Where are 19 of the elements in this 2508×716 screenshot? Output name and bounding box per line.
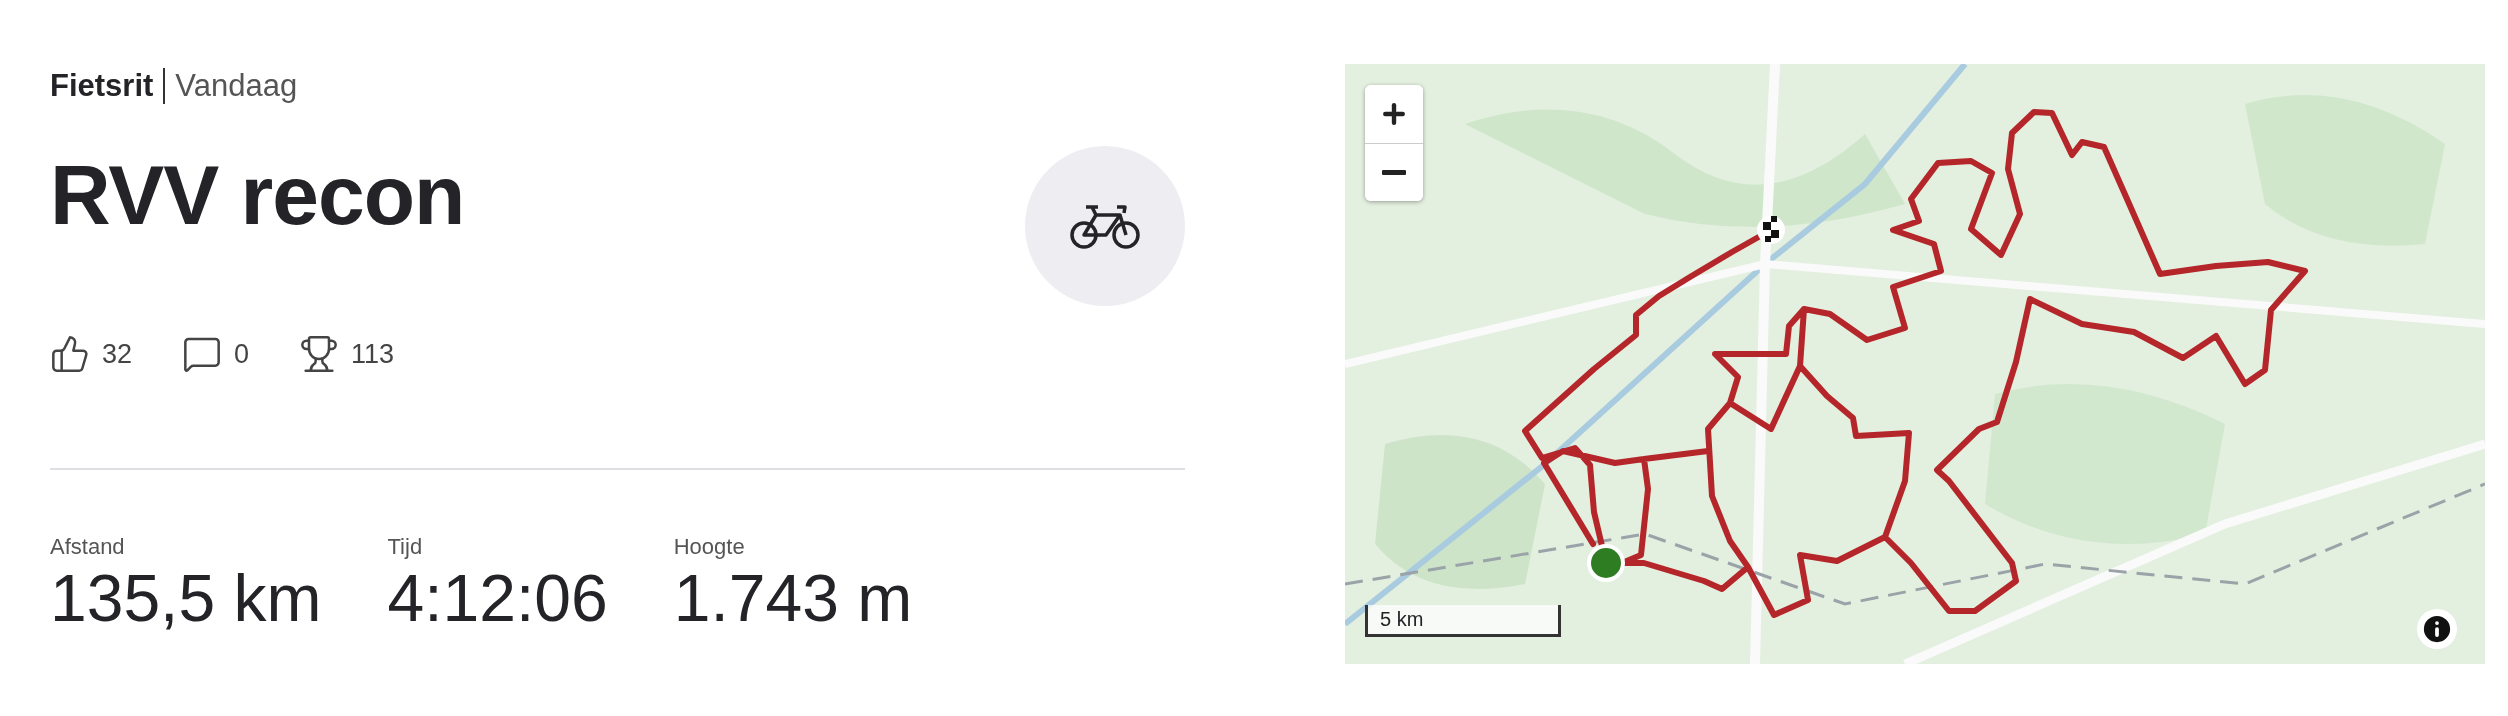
stat-label: Tijd — [387, 534, 424, 560]
stat-label: Hoogte — [673, 534, 746, 560]
thumbs-up-icon[interactable] — [50, 334, 90, 374]
map-scale: 5 km — [1365, 605, 1561, 637]
zoom-in-button[interactable] — [1365, 85, 1423, 143]
social-count: 0 — [234, 338, 250, 370]
stat-label: Afstand — [50, 534, 126, 560]
trophy-icon[interactable] — [299, 334, 340, 374]
activity-date: Vandaag — [174, 68, 298, 104]
stat-value: 135,5 km — [50, 562, 322, 635]
activity-title: RVV recon — [50, 153, 465, 237]
stat-value: 1.743 m — [673, 562, 913, 635]
finish-flag-icon — [1757, 216, 1785, 244]
social-count: 32 — [102, 338, 133, 370]
zoom-out-button[interactable] — [1365, 143, 1423, 201]
stat-value: 4:12:06 — [387, 562, 608, 635]
minus-icon — [1382, 170, 1406, 175]
social-count: 113 — [351, 338, 395, 370]
activity-type: Fietsrit — [50, 68, 166, 104]
